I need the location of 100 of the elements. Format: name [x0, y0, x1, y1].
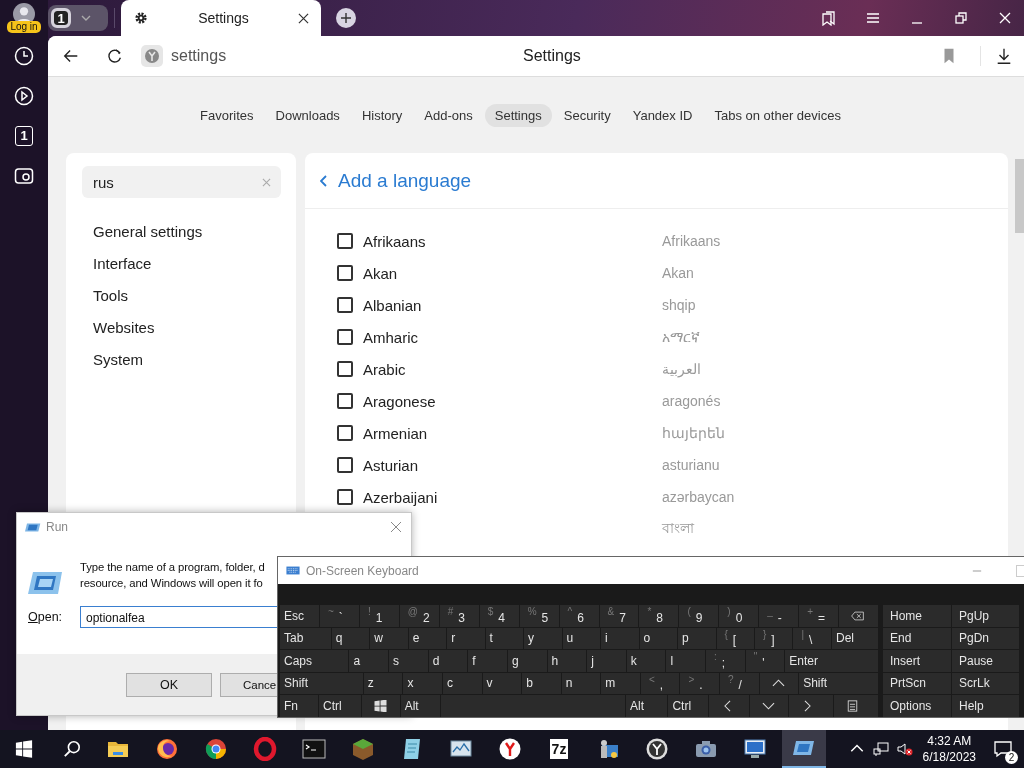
download-icon[interactable] [995, 47, 1013, 65]
back-chevron-icon[interactable] [320, 174, 328, 187]
keyboard-key[interactable]: g [507, 650, 547, 672]
scrollbar-thumb[interactable] [1014, 159, 1024, 233]
keyboard-key[interactable]: Tab [280, 627, 331, 649]
keyboard-key[interactable]: u [562, 627, 601, 649]
keyboard-key[interactable]: % 5 [519, 605, 559, 627]
keyboard-key[interactable]: Esc [280, 605, 319, 627]
browser-tab[interactable]: Settings [121, 0, 321, 36]
keyboard-key[interactable]: Alt [626, 695, 668, 717]
keyboard-key[interactable]: w [370, 627, 408, 649]
menu-icon[interactable] [865, 10, 881, 26]
close-icon[interactable] [298, 12, 309, 24]
keyboard-key[interactable]: * 8 [639, 605, 679, 627]
keyboard-key[interactable]: d [428, 650, 468, 672]
keyboard-key[interactable]: ^ 6 [559, 605, 599, 627]
keyboard-key[interactable]: + = [799, 605, 839, 627]
checkbox[interactable] [337, 265, 353, 281]
keyboard-key[interactable]: v [482, 672, 522, 694]
nav-tab[interactable]: Tabs on other devices [704, 103, 851, 127]
checkbox[interactable] [337, 233, 353, 249]
keyboard-key[interactable] [362, 695, 400, 717]
keyboard-key[interactable]: Options [883, 695, 951, 717]
keyboard-key[interactable]: h [547, 650, 587, 672]
keyboard-key[interactable]: _ - [759, 605, 799, 627]
sidebar-item[interactable]: Tools [82, 280, 281, 312]
new-tab-icon[interactable] [336, 8, 356, 28]
keyboard-key[interactable]: z [363, 672, 403, 694]
keyboard-key[interactable]: y [524, 627, 562, 649]
keyboard-key[interactable]: o [639, 627, 678, 649]
keyboard-key[interactable]: r [447, 627, 485, 649]
keyboard-key[interactable]: Shift [280, 672, 363, 694]
clock-time[interactable]: 4:32 AM [927, 733, 972, 749]
keyboard-key[interactable]: Alt [400, 695, 441, 717]
keyboard-key[interactable]: $ 4 [479, 605, 519, 627]
clock-icon[interactable] [14, 46, 34, 66]
bookmarks-icon[interactable] [821, 10, 837, 26]
keyboard-key[interactable]: ? / [720, 672, 759, 694]
keyboard-key[interactable]: { [ [716, 627, 754, 649]
restore-icon[interactable] [953, 10, 969, 26]
close-icon[interactable] [997, 10, 1013, 26]
nav-tab[interactable]: Settings [484, 103, 552, 127]
keyboard-key[interactable]: } ] [755, 627, 793, 649]
keyboard-key[interactable]: l [666, 650, 706, 672]
keyboard-key[interactable]: PgDn [952, 627, 1019, 649]
keyboard-key[interactable]: m [601, 672, 640, 694]
notifications-button[interactable]: 2 [988, 734, 1018, 764]
checkbox[interactable] [337, 297, 353, 313]
keyboard-key[interactable]: b [522, 672, 561, 694]
sidebar-item[interactable]: System [82, 344, 281, 376]
keyboard-key[interactable]: Pause [952, 650, 1019, 672]
nav-tab[interactable]: Yandex ID [622, 103, 703, 127]
keyboard-key[interactable]: a [349, 650, 389, 672]
keyboard-key[interactable]: PgUp [952, 605, 1019, 627]
taskbar-app[interactable]: 7z [537, 730, 581, 768]
keyboard-key[interactable]: PrtScn [883, 672, 951, 694]
network-icon[interactable] [872, 741, 889, 757]
start-icon[interactable] [15, 740, 33, 758]
back-icon[interactable] [62, 47, 80, 65]
keyboard-key[interactable]: Shift [799, 672, 878, 694]
nav-tab[interactable]: Security [553, 103, 621, 127]
checkbox[interactable] [337, 361, 353, 377]
search-field[interactable]: rus [82, 166, 281, 198]
keyboard-key[interactable]: ) 0 [719, 605, 759, 627]
sidebar-item[interactable]: General settings [82, 216, 281, 248]
tab-counter[interactable]: 1 [48, 5, 108, 31]
chevron-down-icon[interactable] [81, 15, 91, 21]
sidebar-item[interactable]: Interface [82, 248, 281, 280]
keyboard-key[interactable]: x [403, 672, 442, 694]
keyboard-key[interactable]: ! 1 [359, 605, 399, 627]
play-icon[interactable] [14, 86, 34, 106]
keyboard-key[interactable]: i [601, 627, 639, 649]
keyboard-key[interactable]: Del [831, 627, 878, 649]
keyboard-key[interactable]: ~ ` [319, 605, 359, 627]
keyboard-key[interactable] [759, 672, 799, 694]
sidebar-item[interactable]: Websites [82, 312, 281, 344]
keyboard-key[interactable]: ScrLk [952, 672, 1019, 694]
search-icon[interactable] [63, 740, 81, 758]
nav-tab[interactable]: Downloads [265, 103, 350, 127]
volume-muted-icon[interactable] [896, 741, 913, 757]
keyboard-key[interactable]: c [443, 672, 482, 694]
keyboard-key[interactable]: Fn [280, 695, 319, 717]
address-field[interactable]: settings [171, 47, 227, 65]
keyboard-key[interactable]: Home [883, 605, 951, 627]
checkbox[interactable] [337, 457, 353, 473]
keyboard-key[interactable]: " ' [745, 650, 785, 672]
checkbox[interactable] [337, 425, 353, 441]
keyboard-key[interactable]: Ctrl [668, 695, 709, 717]
nav-tab[interactable]: History [351, 103, 413, 127]
keyboard-key[interactable]: # 3 [439, 605, 479, 627]
reload-icon[interactable] [106, 47, 124, 65]
keyboard-key[interactable]: : ; [706, 650, 745, 672]
checkbox[interactable] [337, 393, 353, 409]
keyboard-key[interactable]: Ctrl [319, 695, 362, 717]
nav-tab[interactable]: Add-ons [414, 103, 483, 127]
keyboard-key[interactable]: e [408, 627, 447, 649]
keyboard-key[interactable]: q [331, 627, 370, 649]
keyboard-key[interactable]: Help [952, 695, 1019, 717]
keyboard-key[interactable]: f [468, 650, 507, 672]
checkbox[interactable] [337, 489, 353, 505]
